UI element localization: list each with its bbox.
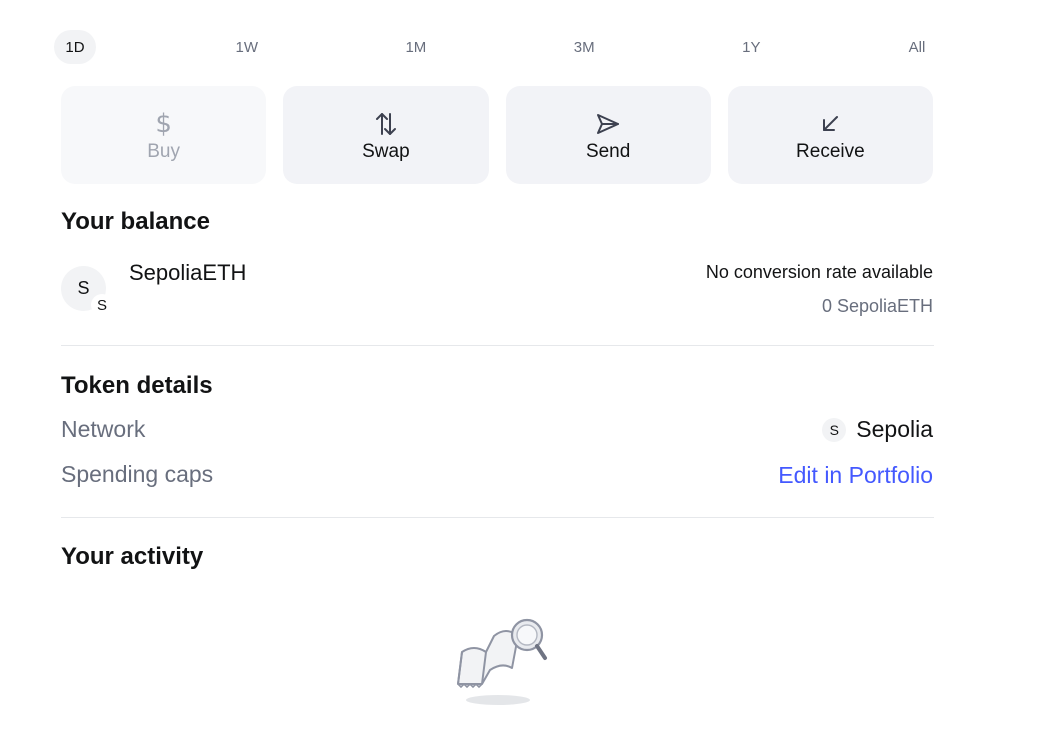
empty-activity-illustration — [452, 614, 552, 710]
token-name: SepoliaETH — [129, 260, 247, 285]
swap-button[interactable]: Swap — [283, 86, 489, 184]
network-badge: S — [91, 294, 113, 316]
balance-heading: Your balance — [61, 208, 210, 235]
spending-caps-label: Spending caps — [61, 461, 214, 487]
range-1d-button[interactable]: 1D — [54, 30, 96, 64]
range-3m-button[interactable]: 3M — [566, 30, 603, 64]
swap-button-label: Swap — [362, 141, 410, 162]
receive-arrow-icon — [819, 109, 841, 139]
edit-in-portfolio-link[interactable]: Edit in Portfolio — [778, 462, 933, 489]
conversion-rate-text: No conversion rate available — [705, 262, 933, 282]
buy-button[interactable]: $ Buy — [61, 86, 267, 184]
buy-button-label: Buy — [147, 141, 180, 162]
token-avatar: S S — [61, 266, 113, 318]
network-value: S Sepolia — [822, 416, 933, 443]
network-avatar: S — [822, 417, 847, 442]
divider — [61, 345, 934, 346]
network-name: Sepolia — [856, 416, 933, 442]
time-range-selector: 1D 1W 1M 3M 1Y All — [54, 30, 934, 64]
range-1w-button[interactable]: 1W — [227, 30, 266, 64]
dollar-icon: $ — [155, 109, 172, 139]
send-arrow-icon — [595, 109, 621, 139]
receive-button[interactable]: Receive — [727, 86, 933, 184]
token-amount: 0 SepoliaETH — [821, 296, 933, 316]
range-all-button[interactable]: All — [900, 30, 934, 64]
token-details-heading: Token details — [61, 372, 213, 399]
range-1m-button[interactable]: 1M — [397, 30, 434, 64]
receive-button-label: Receive — [796, 141, 865, 162]
range-1y-button[interactable]: 1Y — [734, 30, 768, 64]
network-label: Network — [61, 416, 146, 442]
activity-heading: Your activity — [61, 543, 204, 570]
action-buttons: $ Buy Swap Send Receive — [61, 86, 933, 184]
divider — [61, 517, 934, 518]
send-button-label: Send — [585, 141, 631, 162]
send-button[interactable]: Send — [505, 86, 711, 184]
swap-arrows-icon — [374, 109, 398, 139]
